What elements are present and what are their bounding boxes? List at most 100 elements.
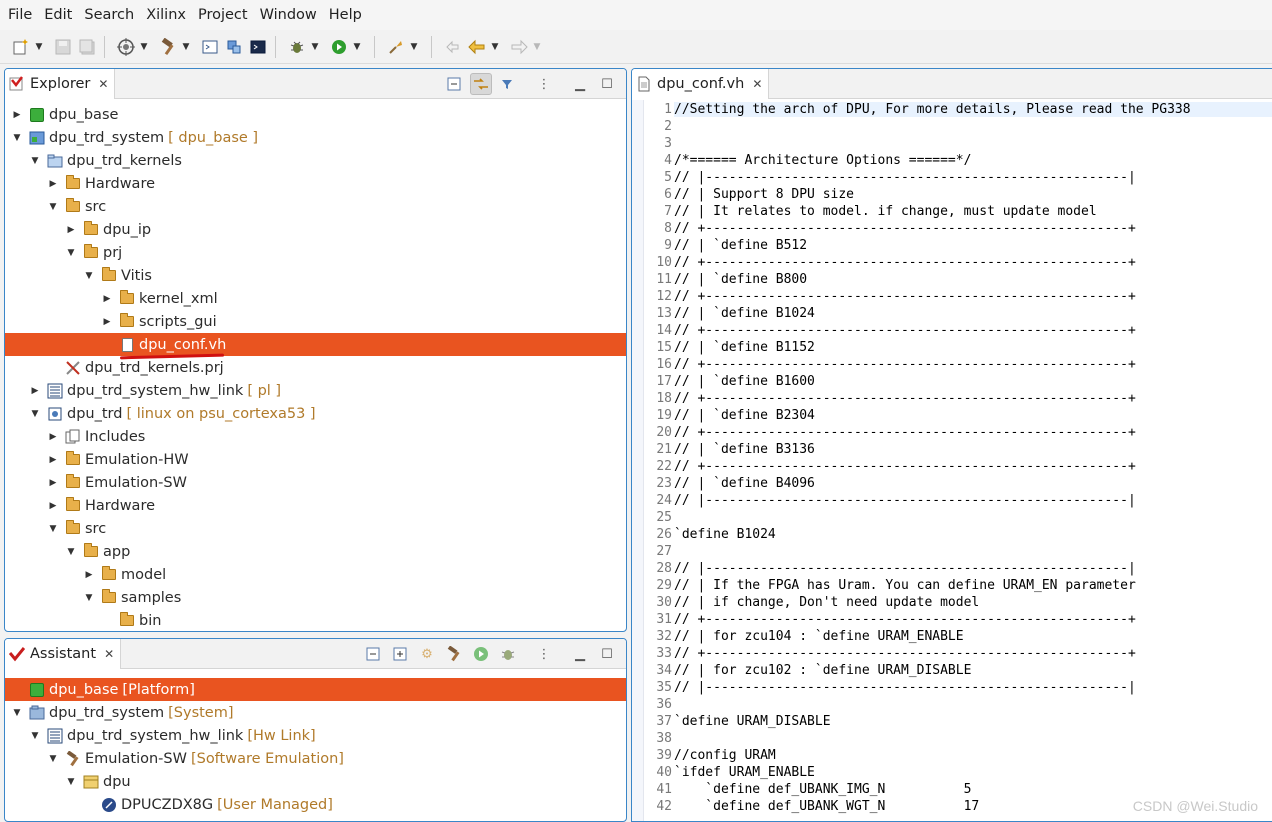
tab-explorer[interactable]: Explorer ✕ xyxy=(5,69,116,99)
collapsed-arrow-icon[interactable]: ▶ xyxy=(47,455,59,465)
collapsed-arrow-icon[interactable]: ▶ xyxy=(47,501,59,511)
code-line[interactable]: `define def_UBANK_IMG_N 5 xyxy=(674,782,971,797)
prev-edit-icon[interactable] xyxy=(442,36,464,58)
tree-item-assistant-dpuczdx8g[interactable]: ▶DPUCZDX8G[User Managed] xyxy=(5,793,626,816)
code-editor[interactable]: 1//Setting the arch of DPU, For more det… xyxy=(632,100,1272,821)
code-line[interactable]: // | If the FPGA has Uram. You can defin… xyxy=(674,578,1136,593)
menu-search[interactable]: Search xyxy=(78,0,140,30)
code-line[interactable]: // |------------------------------------… xyxy=(674,561,1136,576)
menu-window[interactable]: Window xyxy=(254,0,323,30)
settings-gear-icon[interactable]: ⚙ xyxy=(416,643,438,665)
code-line[interactable]: // +------------------------------------… xyxy=(674,221,1136,236)
collapsed-arrow-icon[interactable]: ▶ xyxy=(83,570,95,580)
tree-item-folder-bin[interactable]: ▶bin xyxy=(5,609,626,631)
code-line[interactable]: // | for zcu102 : `define URAM_DISABLE xyxy=(674,663,971,678)
filter-icon[interactable] xyxy=(497,73,519,95)
menu-edit[interactable]: Edit xyxy=(38,0,78,30)
close-icon[interactable]: ✕ xyxy=(98,77,108,91)
maximize-icon[interactable]: ☐ xyxy=(596,73,618,95)
collapsed-arrow-icon[interactable]: ▶ xyxy=(47,179,59,189)
forward-dropdown-icon[interactable]: ▼ xyxy=(532,36,542,58)
tree-item-folder-hardware[interactable]: ▶ Hardware xyxy=(5,172,626,195)
code-line[interactable]: // +------------------------------------… xyxy=(674,323,1136,338)
collapsed-arrow-icon[interactable]: ▶ xyxy=(101,317,113,327)
run-dropdown-icon[interactable]: ▼ xyxy=(352,36,362,58)
expanded-arrow-icon[interactable]: ▼ xyxy=(83,593,95,603)
code-line[interactable]: // | `define B1152 xyxy=(674,340,815,355)
expanded-arrow-icon[interactable]: ▼ xyxy=(65,547,77,557)
collapse-all-icon[interactable] xyxy=(443,73,465,95)
code-line[interactable]: // | if change, Don't need update model xyxy=(674,595,979,610)
expanded-arrow-icon[interactable]: ▼ xyxy=(47,202,59,212)
tree-item-file-dpu-conf-vh[interactable]: ▶dpu_conf.vh xyxy=(5,333,626,360)
menu-xilinx[interactable]: Xilinx xyxy=(140,0,192,30)
code-line[interactable]: // +------------------------------------… xyxy=(674,612,1136,627)
code-line[interactable]: //Setting the arch of DPU, For more deta… xyxy=(674,102,1272,117)
collapse-all-icon[interactable] xyxy=(362,643,384,665)
expanded-arrow-icon[interactable]: ▼ xyxy=(11,133,23,143)
expanded-arrow-icon[interactable]: ▼ xyxy=(83,271,95,281)
code-line[interactable]: `define URAM_DISABLE xyxy=(674,714,831,729)
code-line[interactable]: `ifdef URAM_ENABLE xyxy=(674,765,815,780)
collapsed-arrow-icon[interactable]: ▶ xyxy=(29,386,41,396)
code-line[interactable]: // | Support 8 DPU size xyxy=(674,187,854,202)
code-line[interactable]: // |------------------------------------… xyxy=(674,170,1136,185)
target-icon[interactable] xyxy=(115,36,137,58)
tree-item-folder-model[interactable]: ▶ model xyxy=(5,563,626,586)
back-arrow-icon[interactable] xyxy=(466,36,488,58)
code-line[interactable]: // | `define B1600 xyxy=(674,374,815,389)
build-dropdown-icon[interactable]: ▼ xyxy=(181,36,191,58)
expanded-arrow-icon[interactable]: ▼ xyxy=(47,754,59,764)
collapsed-arrow-icon[interactable]: ▶ xyxy=(47,432,59,442)
code-line[interactable]: // | `define B4096 xyxy=(674,476,815,491)
maximize-icon[interactable]: ☐ xyxy=(596,643,618,665)
tree-item-folder-samples[interactable]: ▼ samples xyxy=(5,586,626,609)
collapsed-arrow-icon[interactable]: ▶ xyxy=(101,294,113,304)
expanded-arrow-icon[interactable]: ▼ xyxy=(29,409,41,419)
code-line[interactable]: /*====== Architecture Options ======*/ xyxy=(674,153,971,168)
menu-project[interactable]: Project xyxy=(192,0,254,30)
code-line[interactable]: `define def_UBANK_WGT_N 17 xyxy=(674,799,979,814)
view-menu-icon[interactable]: ⋮ xyxy=(533,643,555,665)
tree-item-folder-app[interactable]: ▼ app xyxy=(5,540,626,563)
code-line[interactable]: // | `define B2304 xyxy=(674,408,815,423)
external-tools-icon[interactable] xyxy=(385,36,407,58)
code-line[interactable]: //config URAM xyxy=(674,748,776,763)
menu-help[interactable]: Help xyxy=(323,0,368,30)
tree-item-assistant-system-dpu-trd-system[interactable]: ▼ dpu_trd_system [System] xyxy=(5,701,626,724)
tree-item-assistant-hw-link[interactable]: ▼ dpu_trd_system_hw_link [Hw Link] xyxy=(5,724,626,747)
tree-item-folder-vitis[interactable]: ▼ Vitis xyxy=(5,264,626,287)
minimize-icon[interactable]: ▁ xyxy=(569,643,591,665)
external-tools-dropdown-icon[interactable]: ▼ xyxy=(409,36,419,58)
tree-item-project-dpu-trd[interactable]: ▼ dpu_trd[ linux on psu_cortexa53 ] xyxy=(5,402,626,425)
console-icon[interactable] xyxy=(247,36,269,58)
tree-item-assistant-platform-dpu-base[interactable]: ▶dpu_base[Platform] xyxy=(5,678,626,701)
collapsed-arrow-icon[interactable]: ▶ xyxy=(11,110,23,120)
build-hammer-icon[interactable] xyxy=(157,36,179,58)
link-with-editor-icon[interactable] xyxy=(470,73,492,95)
new-dropdown-icon[interactable]: ▼ xyxy=(34,36,44,58)
tree-item-project-dpu-trd-system[interactable]: ▼ dpu_trd_system[ dpu_base ] xyxy=(5,126,626,149)
code-line[interactable]: // | `define B1024 xyxy=(674,306,815,321)
save-all-icon[interactable] xyxy=(76,36,98,58)
tree-item-folder-scripts-gui[interactable]: ▶ scripts_gui xyxy=(5,310,626,333)
code-line[interactable]: // |------------------------------------… xyxy=(674,493,1136,508)
tree-item-file-dpu-trd-kernels-prj[interactable]: ▶dpu_trd_kernels.prj xyxy=(5,356,626,379)
code-line[interactable]: // | It relates to model. if change, mus… xyxy=(674,204,1097,219)
back-dropdown-icon[interactable]: ▼ xyxy=(490,36,500,58)
tree-item-project-dpu-trd-kernels[interactable]: ▼ dpu_trd_kernels xyxy=(5,149,626,172)
terminal-icon[interactable] xyxy=(199,36,221,58)
debug-bug-icon[interactable] xyxy=(286,36,308,58)
tree-item-folder-prj[interactable]: ▼ prj xyxy=(5,241,626,264)
minimize-icon[interactable]: ▁ xyxy=(569,73,591,95)
tree-item-folder-emulation-sw[interactable]: ▶ Emulation-SW xyxy=(5,471,626,494)
expanded-arrow-icon[interactable]: ▼ xyxy=(65,248,77,258)
debug-bug-icon[interactable] xyxy=(497,643,519,665)
expanded-arrow-icon[interactable]: ▼ xyxy=(29,731,41,741)
code-line[interactable]: // +------------------------------------… xyxy=(674,646,1136,661)
code-line[interactable]: // +------------------------------------… xyxy=(674,357,1136,372)
connect-icon[interactable] xyxy=(223,36,245,58)
expanded-arrow-icon[interactable]: ▼ xyxy=(65,777,77,787)
expanded-arrow-icon[interactable]: ▼ xyxy=(47,524,59,534)
tree-item-assistant-dpu[interactable]: ▼ dpu xyxy=(5,770,626,793)
